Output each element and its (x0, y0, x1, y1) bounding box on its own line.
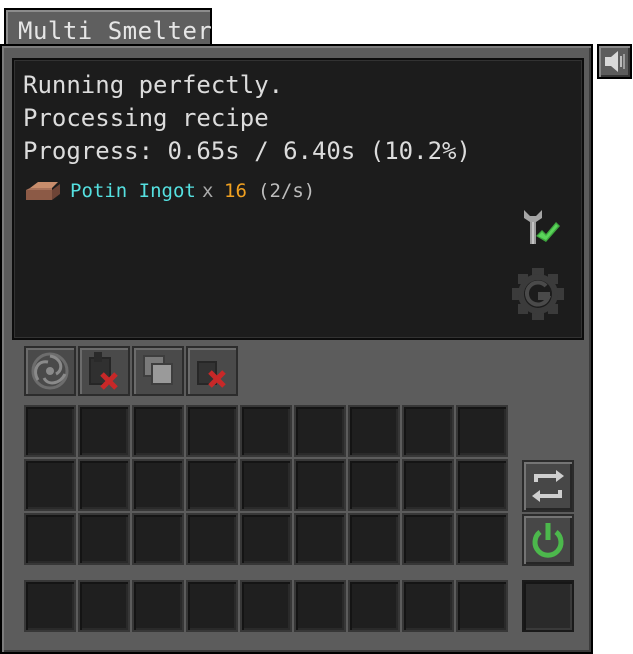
power-button[interactable] (522, 514, 574, 566)
output-slot[interactable] (402, 580, 454, 632)
window-tab[interactable]: Multi Smelter (4, 8, 212, 46)
sound-button[interactable] (597, 44, 632, 79)
status-line: Running perfectly. (23, 71, 284, 99)
output-slot[interactable] (456, 580, 508, 632)
inventory-slot[interactable] (294, 405, 346, 457)
stack-filter-icon (143, 355, 173, 385)
gear-icon[interactable] (510, 266, 566, 322)
inventory-slot[interactable] (402, 459, 454, 511)
output-slot[interactable] (78, 580, 130, 632)
output-count: 16 (224, 180, 247, 202)
inventory-slot[interactable] (24, 513, 76, 565)
inventory-slot[interactable] (456, 513, 508, 565)
inventory-slot[interactable] (240, 459, 292, 511)
output-slot[interactable] (294, 580, 346, 632)
item-deny-icon (197, 361, 226, 388)
output-slot[interactable] (132, 580, 184, 632)
output-slot[interactable] (240, 580, 292, 632)
inventory-slot[interactable] (132, 459, 184, 511)
cycle-icon (532, 470, 564, 502)
filter-tab-vortex[interactable] (24, 346, 76, 396)
recipe-line: Processing recipe (23, 104, 269, 132)
ingot-icon (26, 182, 60, 200)
inventory-slot[interactable] (402, 405, 454, 457)
status-panel: Running perfectly. Processing recipe Pro… (12, 58, 584, 340)
inventory-slot[interactable] (348, 405, 400, 457)
inventory-slot[interactable] (456, 405, 508, 457)
wrench-check-icon (524, 210, 560, 244)
inventory-slot[interactable] (78, 459, 130, 511)
output-slot[interactable] (24, 580, 76, 632)
inventory-slot[interactable] (186, 513, 238, 565)
inventory-slot[interactable] (348, 459, 400, 511)
progress-line: Progress: 0.65s / 6.40s (10.2%) (23, 137, 471, 165)
output-multiplier: x (202, 180, 214, 202)
speaker-icon (605, 51, 625, 72)
inventory-slot[interactable] (186, 459, 238, 511)
output-slot[interactable] (348, 580, 400, 632)
inventory-slot[interactable] (402, 513, 454, 565)
power-icon (532, 523, 564, 558)
filter-tab-block-deny[interactable] (78, 346, 130, 396)
inventory-slot[interactable] (132, 405, 184, 457)
filter-tab-stack[interactable] (132, 346, 184, 396)
output-slot[interactable] (186, 580, 238, 632)
inventory-slot[interactable] (24, 459, 76, 511)
vortex-filter-icon (31, 352, 69, 390)
filter-tab-item-deny[interactable] (186, 346, 238, 396)
inventory-slot[interactable] (186, 405, 238, 457)
inventory-slot[interactable] (78, 513, 130, 565)
inventory-slot[interactable] (456, 459, 508, 511)
inventory-slot[interactable] (294, 513, 346, 565)
inventory-slot[interactable] (348, 513, 400, 565)
inventory-slot[interactable] (132, 513, 184, 565)
inventory-slot[interactable] (240, 405, 292, 457)
inventory-slot[interactable] (24, 405, 76, 457)
inventory-slot[interactable] (294, 459, 346, 511)
output-rate: (2/s) (258, 180, 316, 202)
cycle-button[interactable] (522, 460, 574, 512)
inventory-slot[interactable] (240, 513, 292, 565)
window-title: Multi Smelter (18, 17, 213, 45)
block-deny-icon (89, 352, 118, 390)
upgrade-slot[interactable] (522, 580, 574, 632)
output-item-name: Potin Ingot (70, 180, 196, 202)
inventory-slot[interactable] (78, 405, 130, 457)
